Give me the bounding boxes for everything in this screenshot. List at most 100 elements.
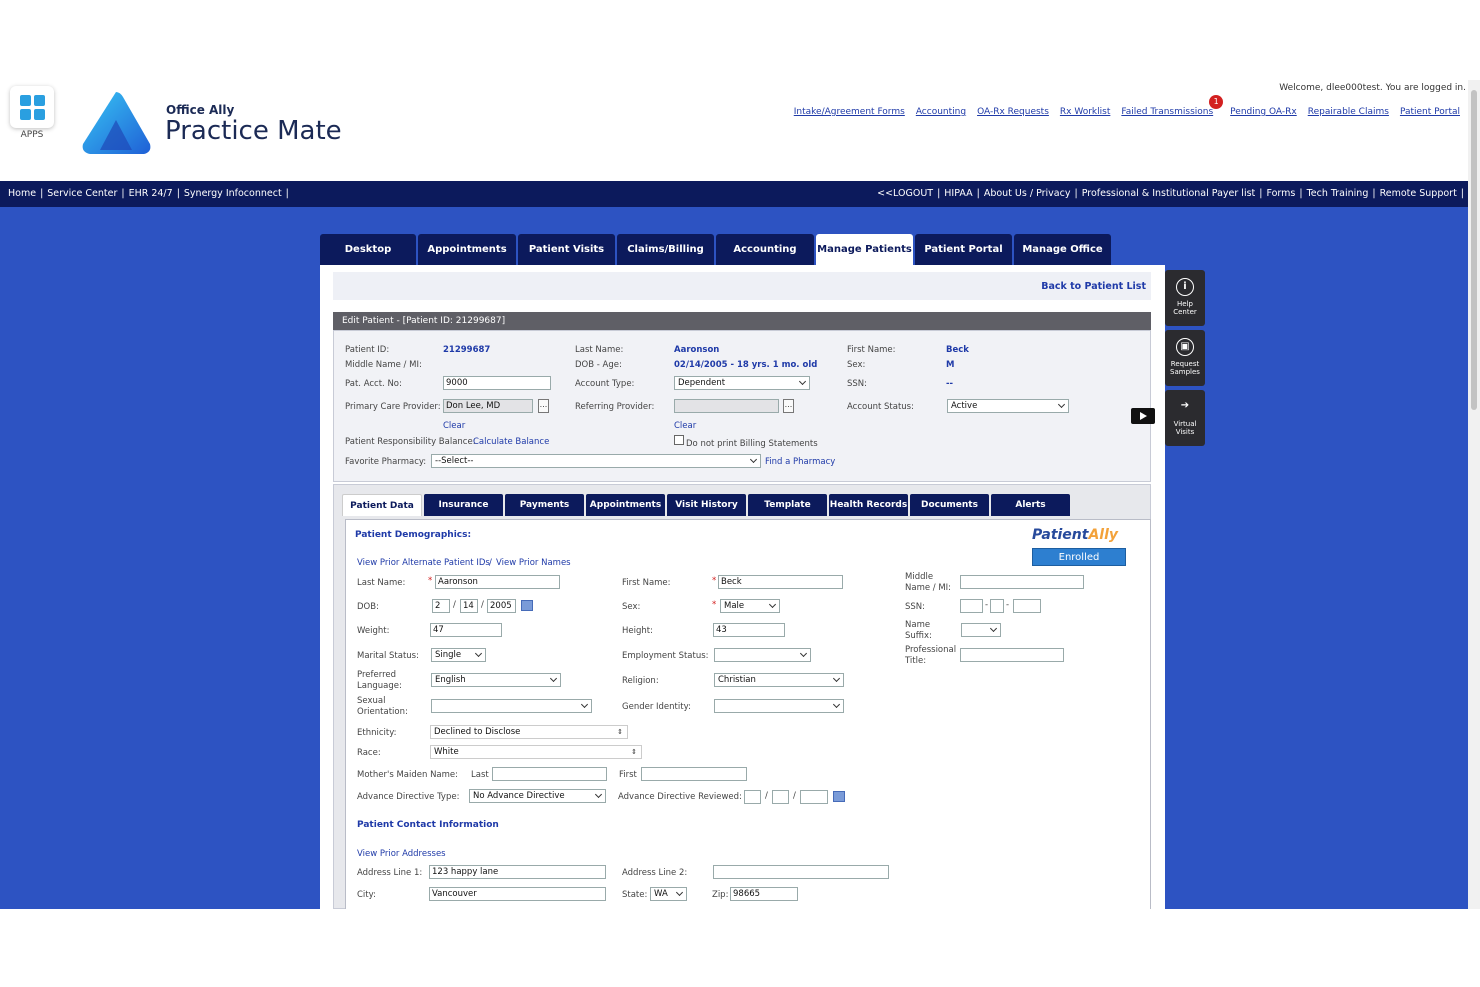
referring-provider-input[interactable]: [674, 399, 779, 413]
apps-button[interactable]: [10, 86, 54, 128]
link-patient-portal[interactable]: Patient Portal: [1400, 107, 1460, 117]
tab-patient-portal[interactable]: Patient Portal: [915, 234, 1012, 265]
subtab-template[interactable]: Template: [748, 494, 827, 516]
subtab-visit-history[interactable]: Visit History: [667, 494, 746, 516]
nav-logout[interactable]: <<LOGOUT: [877, 188, 933, 199]
maiden-first-input[interactable]: [641, 767, 747, 781]
link-oa-rx-requests[interactable]: OA-Rx Requests: [977, 107, 1049, 117]
subtab-patient-data[interactable]: Patient Data: [342, 494, 422, 516]
link-rx-worklist[interactable]: Rx Worklist: [1060, 107, 1110, 117]
language-select[interactable]: English: [431, 673, 561, 687]
account-status-select[interactable]: Active: [947, 399, 1069, 413]
nav-synergy[interactable]: Synergy Infoconnect: [184, 188, 282, 199]
tab-claims-billing[interactable]: Claims/Billing: [617, 234, 714, 265]
find-pharmacy-link[interactable]: Find a Pharmacy: [765, 457, 835, 467]
nav-tech-training[interactable]: Tech Training: [1307, 188, 1369, 199]
pharmacy-select[interactable]: --Select--: [431, 454, 761, 468]
required-marker: *: [712, 576, 717, 586]
subtab-appointments[interactable]: Appointments: [586, 494, 665, 516]
tab-appointments[interactable]: Appointments: [418, 234, 516, 265]
nav-home[interactable]: Home: [8, 188, 36, 199]
virtual-visits-button[interactable]: ➔ Virtual Visits: [1165, 390, 1205, 446]
nav-payer-list[interactable]: Professional & Institutional Payer list: [1082, 188, 1256, 199]
last-name-input[interactable]: Aaronson: [435, 575, 560, 589]
race-select[interactable]: White ⇕: [430, 745, 642, 759]
no-print-checkbox[interactable]: [674, 435, 684, 445]
request-samples-button[interactable]: ▣ Request Samples: [1165, 330, 1205, 386]
link-repairable-claims[interactable]: Repairable Claims: [1308, 107, 1389, 117]
nav-ehr[interactable]: EHR 24/7: [129, 188, 173, 199]
zip-input[interactable]: 98665: [730, 887, 798, 901]
adv-reviewed-year-input[interactable]: [800, 790, 828, 804]
sex-select[interactable]: Male: [720, 599, 780, 613]
ssn-part1-input[interactable]: [960, 599, 983, 613]
chevron-down-icon: [474, 649, 483, 658]
religion-select[interactable]: Christian: [714, 673, 844, 687]
employment-status-select[interactable]: [714, 648, 811, 662]
back-to-patient-list-link[interactable]: Back to Patient List: [1041, 281, 1146, 292]
view-prior-ids-link[interactable]: View Prior Alternate Patient IDs: [357, 558, 490, 568]
calculate-balance-link[interactable]: Calculate Balance: [473, 437, 549, 447]
referring-lookup-button[interactable]: ...: [783, 399, 794, 413]
link-intake-forms[interactable]: Intake/Agreement Forms: [794, 107, 905, 117]
view-prior-names-link[interactable]: View Prior Names: [496, 558, 571, 568]
clear-pcp-link[interactable]: Clear: [443, 421, 465, 431]
pcp-lookup-button[interactable]: ...: [538, 399, 549, 413]
help-center-button[interactable]: i Help Center: [1165, 270, 1205, 326]
date-separator: /: [765, 791, 768, 801]
address1-input[interactable]: 123 happy lane: [429, 865, 606, 879]
ethnicity-select[interactable]: Declined to Disclose ⇕: [430, 725, 628, 739]
subtab-documents[interactable]: Documents: [910, 494, 989, 516]
dob-month-input[interactable]: 2: [432, 599, 450, 613]
nav-remote-support[interactable]: Remote Support: [1380, 188, 1457, 199]
tab-desktop[interactable]: Desktop: [320, 234, 416, 265]
nav-hipaa[interactable]: HIPAA: [944, 188, 972, 199]
state-select[interactable]: WA: [650, 887, 687, 901]
middle-name-input[interactable]: [960, 575, 1084, 589]
subtab-insurance[interactable]: Insurance: [424, 494, 503, 516]
gender-identity-select[interactable]: [714, 699, 844, 713]
link-pending-oa-rx[interactable]: Pending OA-Rx: [1230, 107, 1297, 117]
advance-directive-select[interactable]: No Advance Directive: [469, 789, 606, 803]
weight-input[interactable]: 47: [430, 623, 502, 637]
calendar-icon[interactable]: [521, 600, 533, 611]
nav-forms[interactable]: Forms: [1266, 188, 1295, 199]
professional-title-input[interactable]: [960, 648, 1064, 662]
account-type-select[interactable]: Dependent: [674, 376, 810, 390]
pcp-input[interactable]: Don Lee, MD: [443, 399, 533, 413]
link-accounting[interactable]: Accounting: [916, 107, 966, 117]
view-prior-addresses-link[interactable]: View Prior Addresses: [357, 849, 446, 859]
demographics-title: Patient Demographics:: [355, 530, 472, 540]
marital-status-select[interactable]: Single: [431, 648, 486, 662]
tab-patient-visits[interactable]: Patient Visits: [518, 234, 615, 265]
tab-accounting[interactable]: Accounting: [716, 234, 814, 265]
first-name-input[interactable]: Beck: [718, 575, 843, 589]
link-failed-transmissions[interactable]: Failed Transmissions: [1121, 107, 1213, 117]
video-icon[interactable]: [1131, 408, 1155, 424]
ssn-part3-input[interactable]: [1013, 599, 1041, 613]
nav-service-center[interactable]: Service Center: [47, 188, 117, 199]
ssn-part2-input[interactable]: [990, 599, 1004, 613]
scrollbar-thumb[interactable]: [1471, 90, 1477, 410]
page-scrollbar[interactable]: [1468, 80, 1480, 909]
adv-reviewed-day-input[interactable]: [772, 790, 789, 804]
clear-referring-link[interactable]: Clear: [674, 421, 696, 431]
height-input[interactable]: 43: [713, 623, 785, 637]
subtab-payments[interactable]: Payments: [505, 494, 584, 516]
sexual-orientation-select[interactable]: [431, 699, 592, 713]
city-input[interactable]: Vancouver: [429, 887, 606, 901]
maiden-last-input[interactable]: [492, 767, 607, 781]
nav-separator: |: [1372, 188, 1376, 199]
address2-input[interactable]: [713, 865, 889, 879]
tab-manage-patients[interactable]: Manage Patients: [816, 234, 913, 265]
dob-year-input[interactable]: 2005: [487, 599, 516, 613]
subtab-alerts[interactable]: Alerts: [991, 494, 1070, 516]
subtab-health-records[interactable]: Health Records: [829, 494, 908, 516]
adv-reviewed-month-input[interactable]: [744, 790, 761, 804]
calendar-icon[interactable]: [833, 791, 845, 802]
tab-manage-office[interactable]: Manage Office: [1014, 234, 1111, 265]
nav-about[interactable]: About Us / Privacy: [984, 188, 1071, 199]
acct-no-input[interactable]: 9000: [443, 376, 551, 390]
name-suffix-select[interactable]: [961, 623, 1001, 637]
dob-day-input[interactable]: 14: [460, 599, 478, 613]
